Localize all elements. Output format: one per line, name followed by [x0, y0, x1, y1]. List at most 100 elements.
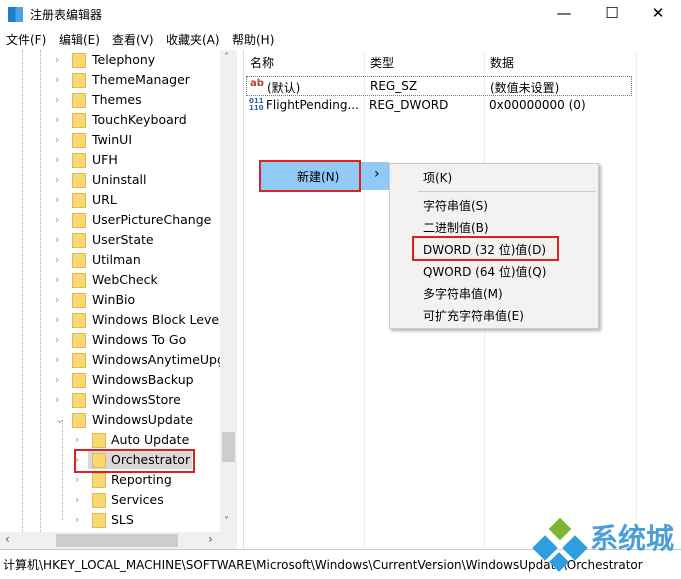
tree-item[interactable]: › WindowsAnytimeUpgr	[52, 350, 230, 370]
chevron-right-icon[interactable]: ›	[75, 510, 79, 530]
column-header-type[interactable]: 类型	[370, 54, 394, 71]
tree-item-label: ThemeManager	[92, 72, 190, 87]
folder-icon	[72, 253, 86, 268]
chevron-right-icon[interactable]: ›	[55, 290, 59, 310]
chevron-right-icon[interactable]: ›	[55, 390, 59, 410]
folder-icon	[72, 333, 86, 348]
folder-icon	[92, 473, 106, 488]
chevron-right-icon[interactable]: ›	[75, 430, 79, 450]
folder-icon	[72, 273, 86, 288]
submenu-string-value[interactable]: 字符串值(S)	[423, 197, 488, 214]
folder-icon	[72, 233, 86, 248]
tree-item[interactable]: › Auto Update	[72, 430, 220, 450]
close-button[interactable]: ✕	[635, 0, 681, 28]
title-bar: 注册表编辑器 — ☐ ✕	[0, 0, 681, 28]
tree-vertical-scroll-thumb[interactable]	[222, 432, 235, 462]
chevron-right-icon[interactable]: ›	[55, 170, 59, 190]
chevron-right-icon[interactable]: ›	[75, 490, 79, 510]
submenu-expandable-string-value[interactable]: 可扩充字符串值(E)	[423, 307, 524, 324]
submenu-multi-string-value[interactable]: 多字符串值(M)	[423, 285, 503, 302]
chevron-right-icon[interactable]: ›	[55, 270, 59, 290]
tree-item-label: UserPictureChange	[92, 212, 212, 227]
column-header-data[interactable]: 数据	[490, 54, 514, 71]
menu-favorites[interactable]: 收藏夹(A)	[166, 31, 220, 48]
annotation-box-orchestrator	[74, 449, 195, 473]
chevron-right-icon[interactable]: ›	[55, 370, 59, 390]
tree-item[interactable]: › UserPictureChange	[52, 210, 222, 230]
tree-pane: › Telephony › ThemeManager › Themes › To…	[0, 50, 237, 548]
chevron-right-icon[interactable]: ›	[55, 70, 59, 90]
annotation-box-dword	[412, 236, 559, 261]
tree-item-label: URL	[92, 192, 117, 207]
value-data: (数值未设置)	[490, 81, 560, 95]
submenu-qword-value[interactable]: QWORD (64 位)值(Q)	[423, 263, 546, 280]
tree-item-label: Reporting	[111, 472, 172, 487]
chevron-right-icon[interactable]: ›	[55, 130, 59, 150]
chevron-right-icon[interactable]: ›	[75, 470, 79, 490]
folder-icon	[92, 513, 106, 528]
menu-help[interactable]: 帮助(H)	[232, 31, 274, 48]
folder-icon	[92, 493, 106, 508]
tree-item[interactable]: › WinBio	[52, 290, 222, 310]
tree-item-label: TwinUI	[92, 132, 133, 147]
window-title: 注册表编辑器	[30, 8, 103, 22]
tree-item[interactable]: › Utilman	[52, 250, 222, 270]
chevron-right-icon[interactable]: ›	[55, 50, 59, 70]
tree-item[interactable]: › Windows Block Level	[52, 310, 223, 330]
chevron-right-icon[interactable]: ›	[55, 350, 59, 370]
scroll-left-icon[interactable]: ‹	[5, 532, 10, 546]
scroll-right-icon[interactable]: ›	[208, 532, 213, 546]
menu-view[interactable]: 查看(V)	[112, 31, 154, 48]
tree-item[interactable]: › Uninstall	[52, 170, 222, 190]
submenu-binary-value[interactable]: 二进制值(B)	[423, 219, 489, 236]
tree-item-label: UFH	[92, 152, 118, 167]
menu-file[interactable]: 文件(F)	[6, 31, 46, 48]
tree-item[interactable]: › WindowsStore	[52, 390, 222, 410]
tree-item-label: TouchKeyboard	[92, 112, 187, 127]
chevron-right-icon[interactable]: ›	[55, 230, 59, 250]
tree-item-label: Utilman	[92, 252, 141, 267]
chevron-right-icon[interactable]: ›	[55, 190, 59, 210]
tree-item[interactable]: › Reporting	[72, 470, 220, 490]
tree-item[interactable]: › TouchKeyboard	[52, 110, 222, 130]
tree-item-label: Services	[111, 492, 164, 507]
minimize-button[interactable]: —	[541, 0, 587, 28]
tree-item[interactable]: › WebCheck	[52, 270, 222, 290]
tree-item-label: WebCheck	[92, 272, 158, 287]
tree-item[interactable]: › Services	[72, 490, 220, 510]
tree-item[interactable]: › UserState	[52, 230, 222, 250]
table-row[interactable]: ab (默认) REG_SZ (数值未设置)	[246, 76, 632, 96]
tree-item-label: UserState	[92, 232, 154, 247]
tree-item[interactable]: ⌄ WindowsUpdate	[52, 410, 222, 430]
tree-item[interactable]: › TwinUI	[52, 130, 222, 150]
chevron-right-icon[interactable]: ›	[55, 90, 59, 110]
tree-item[interactable]: › URL	[52, 190, 222, 210]
chevron-right-icon[interactable]: ›	[55, 110, 59, 130]
menu-edit[interactable]: 编辑(E)	[59, 31, 100, 48]
tree-item[interactable]: › Windows To Go	[52, 330, 222, 350]
chevron-right-icon[interactable]: ›	[55, 330, 59, 350]
annotation-box-new	[259, 160, 361, 192]
submenu-key[interactable]: 项(K)	[423, 169, 452, 186]
tree-item[interactable]: › ThemeManager	[52, 70, 222, 90]
value-name: FlightPending...	[266, 98, 359, 112]
tree-item-label: Windows To Go	[92, 332, 187, 347]
chevron-right-icon[interactable]: ›	[55, 150, 59, 170]
tree-item[interactable]: › WindowsBackup	[52, 370, 222, 390]
chevron-right-icon[interactable]: ›	[55, 310, 59, 330]
tree-item[interactable]: › Themes	[52, 90, 222, 110]
scroll-down-icon[interactable]: ˅	[224, 516, 229, 527]
table-row[interactable]: 011 110 FlightPending... REG_DWORD 0x0000…	[246, 96, 632, 116]
tree-item[interactable]: › UFH	[52, 150, 222, 170]
tree-item-label: Uninstall	[92, 172, 147, 187]
tree-item[interactable]: › SLS	[72, 510, 220, 530]
folder-icon	[72, 393, 86, 408]
tree-horizontal-scroll-thumb[interactable]	[56, 534, 178, 547]
tree-item-label: WinBio	[92, 292, 136, 307]
tree-item[interactable]: › Telephony	[52, 50, 222, 70]
column-header-name[interactable]: 名称	[250, 54, 274, 71]
maximize-button[interactable]: ☐	[589, 0, 635, 28]
chevron-right-icon[interactable]: ›	[55, 210, 59, 230]
scroll-up-icon[interactable]: ˄	[224, 52, 229, 63]
chevron-right-icon[interactable]: ›	[55, 250, 59, 270]
